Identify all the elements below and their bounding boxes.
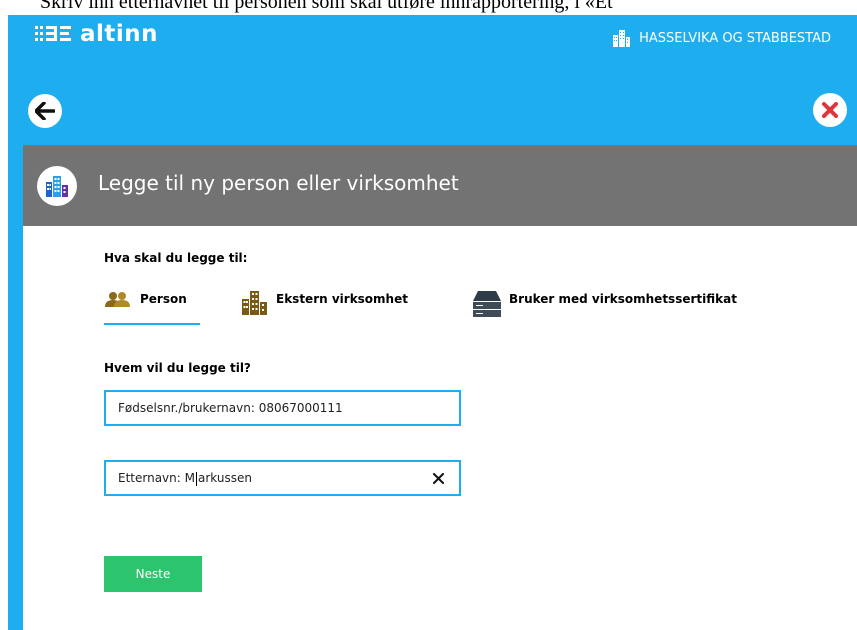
close-icon (822, 102, 838, 118)
server-icon (473, 291, 501, 317)
card-header: Legge til ny person eller virksomhet (23, 145, 857, 226)
text-caret (195, 472, 197, 486)
back-button[interactable] (28, 94, 62, 128)
brand-name: altinn (80, 21, 159, 47)
add-person-card: Legge til ny person eller virksomhet Hva… (23, 145, 857, 630)
fodselsnr-prefix: Fødselsnr./brukernavn: (118, 401, 259, 415)
tab-bruker-med-virksomhetssertifikat[interactable]: Bruker med virksomhetssertifikat (473, 291, 737, 325)
etternavn-value-after-caret: arkussen (197, 471, 252, 485)
people-icon (105, 292, 130, 307)
close-icon (432, 472, 444, 484)
fodselsnr-value: 08067000111 (258, 401, 343, 415)
altinn-logo[interactable]: altinn (35, 21, 158, 47)
etternavn-value-before-caret: M (184, 471, 195, 485)
tab-person-label: Person (140, 292, 187, 306)
buildings-icon (242, 291, 267, 315)
arrow-left-icon (35, 102, 55, 120)
organization-selector[interactable]: HASSELVIKA OG STABBESTAD (612, 29, 831, 47)
organization-name: HASSELVIKA OG STABBESTAD (639, 30, 831, 46)
altinn-logo-icon (35, 26, 71, 41)
tab-ekstern-virksomhet[interactable]: Ekstern virksomhet (242, 291, 408, 325)
buildings-icon (46, 176, 68, 197)
etternavn-prefix: Etternavn: (118, 471, 185, 485)
who-to-add-label: Hvem vil du legge til? (104, 361, 251, 375)
card-title: Legge til ny person eller virksomhet (98, 171, 459, 195)
tab-person[interactable]: Person (104, 291, 200, 325)
clear-field-button[interactable] (431, 471, 445, 485)
altinn-app: altinn HASSELVIKA OG STABBESTAD Legge ti… (8, 15, 857, 630)
card-header-icon-badge (37, 166, 77, 206)
tab-bruker-label: Bruker med virksomhetssertifikat (509, 292, 737, 306)
close-button[interactable] (813, 93, 847, 127)
etternavn-field[interactable]: Etternavn: Markussen (104, 460, 461, 496)
buildings-icon (613, 30, 631, 47)
instruction-text-strip: Skriv inn etternavnet til personen som s… (0, 0, 857, 15)
tab-ekstern-virksomhet-label: Ekstern virksomhet (276, 292, 408, 306)
instruction-text: Skriv inn etternavnet til personen som s… (40, 0, 613, 13)
what-to-add-label: Hva skal du legge til: (104, 251, 248, 265)
fodselsnr-brukernavn-field[interactable]: Fødselsnr./brukernavn: 08067000111 (104, 390, 461, 426)
next-button[interactable]: Neste (104, 556, 202, 592)
